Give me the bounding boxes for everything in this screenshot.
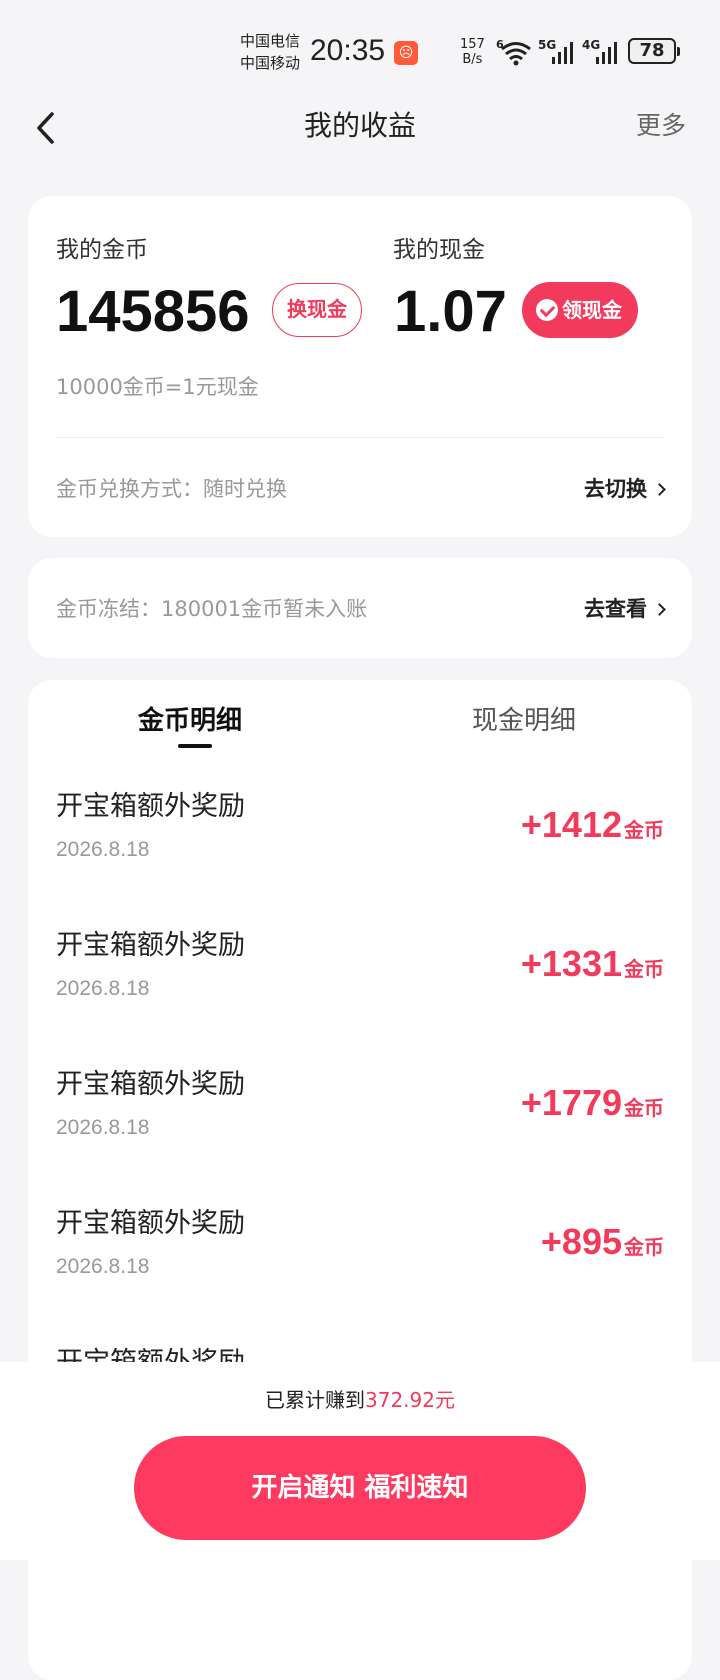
signal-bars-icon bbox=[596, 42, 617, 64]
exchange-cash-button[interactable]: 换现金 bbox=[272, 283, 362, 337]
wechat-icon bbox=[536, 299, 558, 321]
chevron-right-icon bbox=[653, 603, 666, 616]
coins-value: 145856 bbox=[56, 279, 250, 344]
nav-header: 我的收益 更多 bbox=[0, 90, 720, 160]
frozen-coins-text: 金币冻结：180001金币暂未入账 bbox=[56, 597, 368, 621]
record-date: 2026.8.18 bbox=[56, 1255, 150, 1278]
switch-method-link[interactable]: 去切换 bbox=[584, 473, 666, 503]
network-speed-value: 157 bbox=[460, 37, 485, 52]
record-amount-unit: 金币 bbox=[624, 957, 664, 981]
list-item[interactable]: 开宝箱额外奖励 2026.8.18 +1331 金币 bbox=[28, 923, 692, 1062]
switch-method-label: 去切换 bbox=[584, 477, 647, 501]
record-title: 开宝箱额外奖励 bbox=[56, 1208, 245, 1239]
carrier-2: 中国移动 bbox=[240, 54, 301, 72]
wifi-icon: 6 bbox=[496, 38, 531, 66]
tab-coin-detail[interactable]: 金币明细 bbox=[138, 700, 242, 737]
divider bbox=[56, 437, 664, 438]
record-date: 2026.8.18 bbox=[56, 977, 150, 1000]
record-amount-value: +1331 bbox=[520, 943, 622, 984]
record-date: 2026.8.18 bbox=[56, 1116, 150, 1139]
record-amount-unit: 金币 bbox=[624, 1235, 664, 1259]
enable-notification-button[interactable]: 开启通知 福利速知 bbox=[134, 1436, 586, 1540]
list-item[interactable]: 开宝箱额外奖励 2026.8.18 +1779 金币 bbox=[28, 1062, 692, 1201]
clock: 20:35 bbox=[310, 34, 386, 67]
record-amount-unit: 金币 bbox=[624, 818, 664, 842]
more-button[interactable]: 更多 bbox=[636, 106, 686, 142]
cash-label: 我的现金 bbox=[393, 237, 485, 263]
bottom-bar: 已累计赚到372.92元 开启通知 福利速知 bbox=[0, 1362, 720, 1560]
record-amount: +1779 金币 bbox=[521, 1082, 664, 1124]
page-title: 我的收益 bbox=[303, 109, 416, 142]
total-earned-amount: 372.92元 bbox=[365, 1388, 455, 1412]
signal-4g: 4G bbox=[582, 38, 620, 66]
view-frozen-label: 去查看 bbox=[584, 597, 647, 621]
record-amount: +895 金币 bbox=[541, 1221, 664, 1263]
record-amount-value: +895 bbox=[540, 1221, 622, 1262]
record-amount: +1331 金币 bbox=[521, 943, 664, 985]
carrier-1: 中国电信 bbox=[240, 32, 301, 50]
record-date: 2026.8.18 bbox=[56, 838, 150, 861]
chevron-right-icon bbox=[653, 483, 666, 496]
balance-card: 我的金币 145856 换现金 我的现金 1.07 领现金 10000金币=1元… bbox=[28, 196, 692, 537]
notification-app-icon: ☹ bbox=[394, 41, 418, 65]
network-speed-unit: B/s bbox=[462, 52, 483, 67]
total-earned-prefix: 已累计赚到 bbox=[265, 1388, 365, 1412]
active-tab-indicator bbox=[178, 744, 212, 748]
record-amount-unit: 金币 bbox=[624, 1096, 664, 1120]
tab-cash-detail[interactable]: 现金明细 bbox=[472, 700, 576, 737]
coins-label: 我的金币 bbox=[56, 237, 148, 263]
record-amount-value: +1412 bbox=[520, 804, 622, 845]
battery-indicator: 78 bbox=[628, 38, 680, 64]
signal-5g: 5G bbox=[538, 38, 576, 66]
record-amount: +1412 金币 bbox=[521, 804, 664, 846]
frozen-coins-card: 金币冻结：180001金币暂未入账 去查看 bbox=[28, 558, 692, 658]
record-title: 开宝箱额外奖励 bbox=[56, 791, 245, 822]
list-item[interactable]: 开宝箱额外奖励 2026.8.18 +895 金币 bbox=[28, 1201, 692, 1340]
network-speed: 157 B/s bbox=[460, 37, 485, 67]
status-bar: 中国电信 中国移动 20:35 ☹ 157 B/s 6 5G 4G 78 bbox=[0, 0, 720, 90]
record-title: 开宝箱额外奖励 bbox=[56, 1069, 245, 1100]
total-earned-text: 已累计赚到372.92元 bbox=[0, 1384, 720, 1413]
record-amount-value: +1779 bbox=[520, 1082, 622, 1123]
withdraw-cash-label: 领现金 bbox=[562, 298, 622, 322]
view-frozen-link[interactable]: 去查看 bbox=[584, 593, 666, 623]
list-item[interactable]: 开宝箱额外奖励 2026.8.18 +1412 金币 bbox=[28, 784, 692, 923]
carrier-names: 中国电信 中国移动 bbox=[240, 30, 300, 74]
exchange-rate-text: 10000金币=1元现金 bbox=[56, 375, 259, 399]
exchange-method-text: 金币兑换方式：随时兑换 bbox=[56, 477, 287, 501]
withdraw-cash-button[interactable]: 领现金 bbox=[522, 282, 638, 338]
cash-value: 1.07 bbox=[394, 279, 507, 344]
record-title: 开宝箱额外奖励 bbox=[56, 930, 245, 961]
signal-bars-icon bbox=[552, 42, 573, 64]
